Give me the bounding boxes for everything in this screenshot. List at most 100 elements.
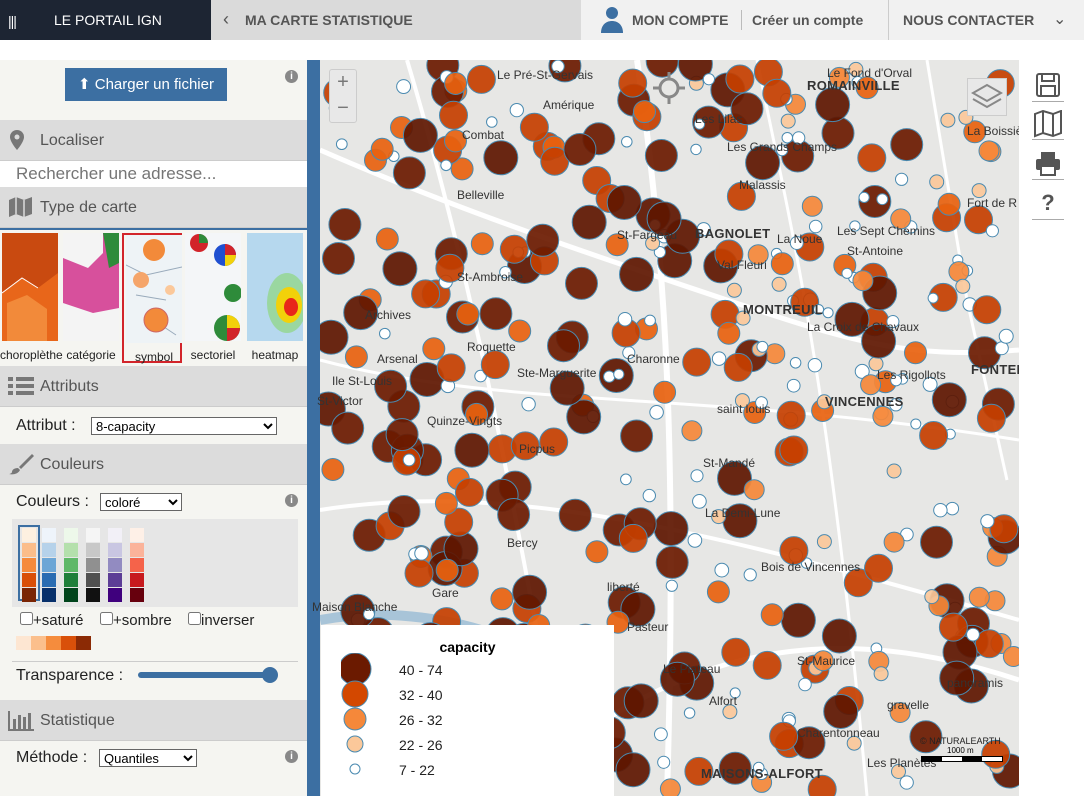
capacity-symbol[interactable]	[978, 140, 1000, 162]
capacity-symbol[interactable]	[702, 73, 716, 86]
capacity-symbol[interactable]	[933, 502, 948, 518]
capacity-symbol[interactable]	[436, 353, 466, 383]
portal-ign-link[interactable]: ||| LE PORTAIL IGN	[0, 0, 211, 40]
section-couleurs[interactable]: Couleurs	[0, 444, 307, 485]
capacity-symbol[interactable]	[769, 721, 799, 751]
capacity-symbol[interactable]	[687, 533, 703, 548]
capacity-symbol[interactable]	[653, 380, 677, 404]
maptype-symbol[interactable]: symbol	[122, 233, 182, 364]
capacity-symbol[interactable]	[519, 112, 549, 142]
breadcrumb[interactable]: ‹ MA CARTE STATISTIQUE	[211, 0, 581, 40]
capacity-symbol[interactable]	[789, 357, 802, 369]
capacity-symbol[interactable]	[931, 382, 967, 418]
capacity-symbol[interactable]	[682, 347, 712, 377]
sature-check[interactable]	[20, 612, 33, 625]
capacity-symbol[interactable]	[454, 477, 484, 507]
sombre-checkbox[interactable]: +sombre	[100, 612, 172, 629]
capacity-symbol[interactable]	[938, 612, 968, 642]
capacity-symbol[interactable]	[858, 191, 870, 204]
capacity-symbol[interactable]	[558, 498, 592, 532]
capacity-symbol[interactable]	[937, 192, 961, 216]
capacity-symbol[interactable]	[910, 418, 922, 430]
capacity-symbol[interactable]	[985, 224, 999, 238]
capacity-symbol[interactable]	[497, 498, 531, 531]
section-attributs[interactable]: Attributs	[0, 366, 307, 407]
capacity-symbol[interactable]	[620, 473, 632, 486]
capacity-symbol[interactable]	[547, 329, 580, 363]
capacity-symbol[interactable]	[585, 540, 609, 564]
capacity-symbol[interactable]	[644, 139, 678, 172]
capacity-symbol[interactable]	[929, 174, 945, 190]
capacity-symbol[interactable]	[444, 72, 468, 95]
capacity-symbol[interactable]	[780, 113, 796, 129]
capacity-symbol[interactable]	[396, 79, 412, 95]
capacity-symbol[interactable]	[821, 618, 857, 654]
capacity-symbol[interactable]	[808, 219, 823, 234]
capacity-symbol[interactable]	[841, 267, 853, 279]
capacity-symbol[interactable]	[801, 195, 823, 217]
capacity-symbol[interactable]	[411, 279, 441, 309]
capacity-symbol[interactable]	[726, 282, 742, 298]
capacity-symbol[interactable]	[344, 345, 368, 369]
capacity-symbol[interactable]	[509, 102, 524, 118]
capacity-symbol[interactable]	[613, 368, 625, 380]
capacity-symbol[interactable]	[904, 341, 927, 365]
capacity-symbol[interactable]	[798, 677, 812, 692]
capacity-symbol[interactable]	[402, 453, 416, 467]
palette-option[interactable]	[40, 527, 58, 602]
capacity-symbol[interactable]	[807, 357, 823, 373]
capacity-symbol[interactable]	[690, 469, 704, 483]
capacity-symbol[interactable]	[822, 307, 834, 319]
capacity-symbol[interactable]	[618, 68, 648, 98]
capacity-symbol[interactable]	[945, 501, 960, 516]
capacity-symbol[interactable]	[618, 523, 648, 553]
contact-menu[interactable]: NOUS CONTACTER ⌄	[888, 0, 1084, 40]
my-account-link[interactable]: MON COMPTE	[632, 12, 728, 28]
capacity-symbol[interactable]	[499, 234, 529, 264]
attribut-select[interactable]: 8-capacity	[91, 417, 277, 435]
help-button[interactable]: ?	[1032, 190, 1064, 220]
upload-file-button[interactable]: ⬆ Charger un fichier	[65, 68, 227, 101]
capacity-symbol[interactable]	[653, 727, 668, 742]
print-button[interactable]	[1032, 150, 1064, 180]
capacity-symbol[interactable]	[706, 580, 730, 604]
zoom-in-button[interactable]: +	[330, 70, 356, 96]
capacity-symbol[interactable]	[776, 400, 806, 430]
capacity-symbol[interactable]	[375, 227, 399, 251]
maptype-heatmap[interactable]: heatmap	[245, 233, 305, 363]
maptype-choropleth[interactable]: choroplèthe	[0, 233, 63, 363]
capacity-symbol[interactable]	[571, 204, 607, 240]
maptype-sectoriel[interactable]: sectoriel	[183, 233, 243, 363]
capacity-symbol[interactable]	[322, 242, 355, 275]
capacity-symbol[interactable]	[466, 64, 496, 94]
capacity-symbol[interactable]	[924, 589, 940, 605]
capacity-symbol[interactable]	[456, 302, 480, 326]
capacity-symbol[interactable]	[321, 458, 345, 481]
capacity-symbol[interactable]	[779, 435, 809, 465]
capacity-symbol[interactable]	[886, 463, 902, 479]
capacity-symbol[interactable]	[392, 156, 426, 190]
capacity-symbol[interactable]	[823, 694, 859, 729]
sombre-check[interactable]	[100, 612, 113, 625]
capacity-symbol[interactable]	[521, 397, 536, 412]
capacity-symbol[interactable]	[479, 297, 513, 331]
capacity-symbol[interactable]	[655, 545, 689, 579]
capacity-symbol[interactable]	[619, 256, 654, 292]
capacity-symbol[interactable]	[335, 138, 348, 151]
capacity-symbol[interactable]	[743, 568, 757, 582]
capacity-symbol[interactable]	[998, 328, 1014, 344]
section-statistique[interactable]: Statistique	[0, 700, 307, 741]
capacity-symbol[interactable]	[864, 553, 893, 583]
capacity-symbol[interactable]	[1002, 646, 1019, 667]
slider-handle[interactable]	[262, 667, 278, 683]
capacity-symbol[interactable]	[762, 78, 792, 108]
capacity-symbol[interactable]	[771, 276, 787, 292]
info-icon[interactable]: i	[285, 750, 298, 763]
capacity-symbol[interactable]	[752, 650, 782, 680]
palette-option[interactable]	[106, 527, 124, 602]
capacity-symbol[interactable]	[486, 116, 498, 128]
palette-option[interactable]	[62, 527, 80, 602]
capacity-symbol[interactable]	[617, 311, 633, 327]
capacity-symbol[interactable]	[786, 378, 801, 393]
capacity-symbol[interactable]	[927, 292, 939, 304]
